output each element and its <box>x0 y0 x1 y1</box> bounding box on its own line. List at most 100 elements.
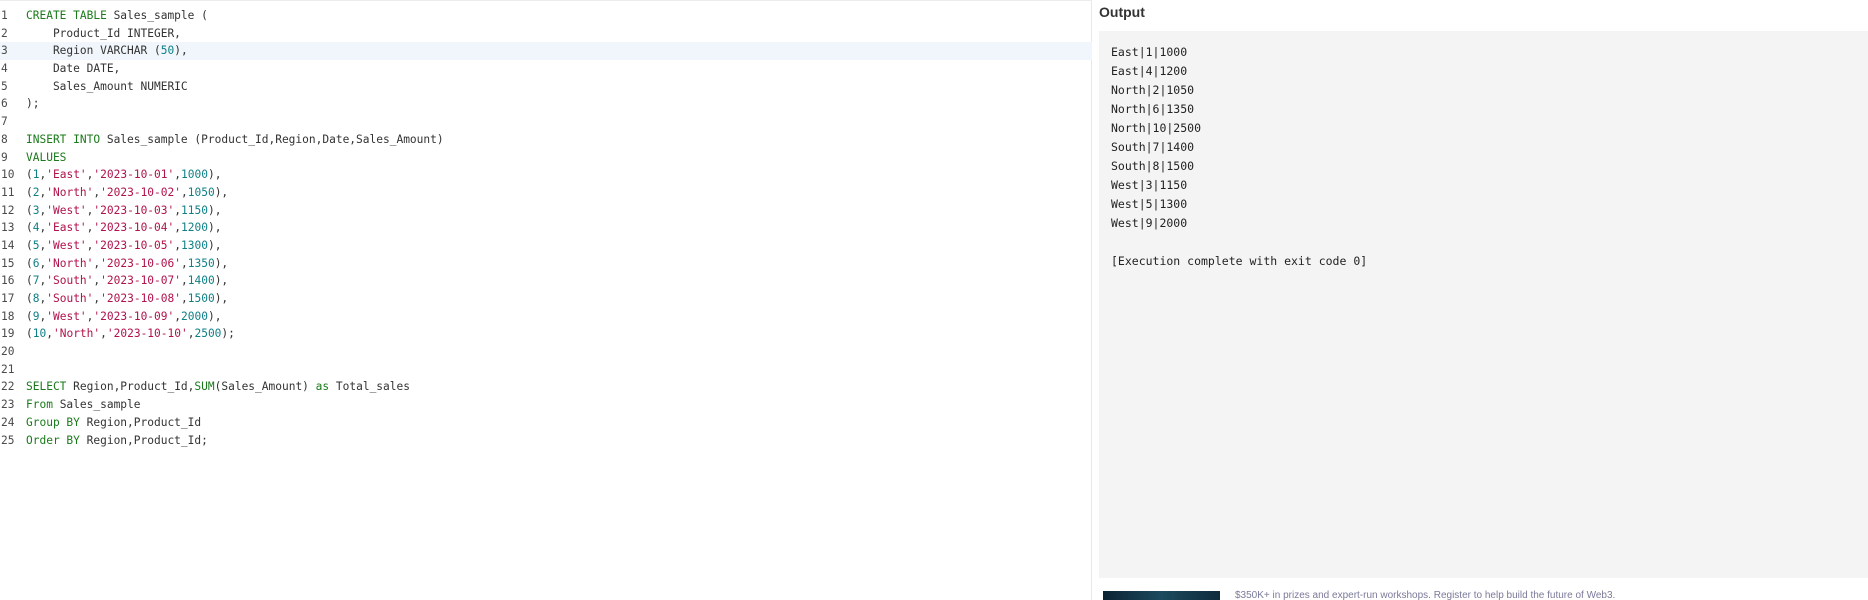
code-text[interactable]: Order BY Region,Product_Id; <box>17 432 208 450</box>
code-line[interactable]: 13 (4,'East','2023-10-04',1200), <box>0 219 1092 237</box>
code-text[interactable]: (6,'North','2023-10-06',1350), <box>17 255 228 273</box>
ad-text[interactable]: $350K+ in prizes and expert-run workshop… <box>1235 590 1615 600</box>
code-line[interactable]: 2 Product_Id INTEGER, <box>0 25 1092 43</box>
line-number: 2 <box>1 26 8 40</box>
code-token: as <box>315 380 336 394</box>
output-title: Output <box>1099 4 1145 20</box>
code-token: '2023-10-06' <box>100 256 181 270</box>
code-text[interactable]: VALUES <box>17 149 66 167</box>
code-token: 4 <box>32 221 40 235</box>
code-line[interactable]: 14 (5,'West','2023-10-05',1300), <box>0 237 1092 255</box>
code-token: 1050 <box>187 185 215 199</box>
code-token: Region,Product_Id; <box>86 433 208 447</box>
code-text[interactable]: ); <box>17 95 39 113</box>
code-text[interactable]: (9,'West','2023-10-09',2000), <box>17 308 221 326</box>
code-text[interactable]: INSERT INTO Sales_sample (Product_Id,Reg… <box>17 131 444 149</box>
code-line[interactable]: 21 <box>0 361 1092 379</box>
code-line[interactable]: 10 (1,'East','2023-10-01',1000), <box>0 166 1092 184</box>
code-text[interactable]: (4,'East','2023-10-04',1200), <box>17 219 221 237</box>
code-text[interactable]: CREATE TABLE Sales_sample ( <box>17 7 208 25</box>
code-line[interactable]: 12 (3,'West','2023-10-03',1150), <box>0 202 1092 220</box>
code-token: , <box>180 274 188 288</box>
code-line[interactable]: 15 (6,'North','2023-10-06',1350), <box>0 255 1092 273</box>
code-token: Product_Id INTEGER, <box>26 26 181 40</box>
code-line[interactable]: 22 SELECT Region,Product_Id,SUM(Sales_Amo… <box>0 378 1092 396</box>
code-line[interactable]: 16 (7,'South','2023-10-07',1400), <box>0 272 1092 290</box>
output-line: East|4|1200 <box>1111 64 1188 78</box>
code-token: '2023-10-10' <box>106 327 188 341</box>
code-text[interactable]: (3,'West','2023-10-03',1150), <box>17 202 221 220</box>
code-text[interactable]: Date DATE, <box>17 60 120 78</box>
ad-thumbnail-image[interactable] <box>1103 591 1220 600</box>
code-token: Sales_sample <box>59 398 141 412</box>
code-text[interactable]: Group BY Region,Product_Id <box>17 414 201 432</box>
line-number: 19 <box>1 327 15 341</box>
code-line[interactable]: 4 Date DATE, <box>0 60 1092 78</box>
code-token: '2023-10-03' <box>93 203 175 217</box>
code-token: 50 <box>160 44 175 58</box>
line-number: 23 <box>1 398 15 412</box>
output-box[interactable]: East|1|1000 East|4|1200 North|2|1050 North|… <box>1099 31 1868 578</box>
code-token: '2023-10-08' <box>100 292 181 305</box>
code-token: Region VARCHAR ( <box>26 44 161 58</box>
code-token: 5 <box>32 238 40 252</box>
code-token: , <box>180 292 188 305</box>
code-text[interactable]: (5,'West','2023-10-05',1300), <box>17 237 221 255</box>
code-lines[interactable]: 1 CREATE TABLE Sales_sample (2 Product_Id… <box>0 7 1092 449</box>
line-number: 12 <box>1 203 15 217</box>
code-line[interactable]: 8 INSERT INTO Sales_sample (Product_Id,Re… <box>0 131 1092 149</box>
code-token: ), <box>214 292 229 305</box>
code-token: 'South' <box>46 274 94 288</box>
code-line[interactable]: 9 VALUES <box>0 149 1092 167</box>
line-number: 21 <box>1 362 15 376</box>
line-number: 8 <box>1 132 8 146</box>
code-text[interactable]: Region VARCHAR (50), <box>17 42 188 60</box>
line-number: 6 <box>1 97 8 111</box>
code-token: Sales_Amount NUMERIC <box>26 79 188 93</box>
code-line[interactable]: 5 Sales_Amount NUMERIC <box>0 78 1092 96</box>
code-token: '2023-10-09' <box>93 309 175 323</box>
code-line[interactable]: 1 CREATE TABLE Sales_sample ( <box>0 7 1092 25</box>
code-token: Sales_sample (Product_Id,Region,Date,Sal… <box>106 132 444 146</box>
line-number: 20 <box>1 345 15 359</box>
code-line[interactable]: 20 <box>0 343 1092 361</box>
code-text[interactable]: (1,'East','2023-10-01',1000), <box>17 166 221 184</box>
code-token: ( <box>26 238 33 252</box>
code-token: , <box>174 203 181 217</box>
code-token: ), <box>174 44 188 58</box>
code-token: , <box>180 256 188 270</box>
code-text[interactable]: SELECT Region,Product_Id,SUM(Sales_Amoun… <box>17 378 410 396</box>
code-line[interactable]: 17 (8,'South','2023-10-08',1500), <box>0 290 1092 308</box>
code-line[interactable]: 7 <box>0 113 1092 131</box>
code-line[interactable]: 23 From Sales_sample <box>0 396 1092 414</box>
code-line[interactable]: 25 Order BY Region,Product_Id; <box>0 432 1092 450</box>
code-editor[interactable]: 1 CREATE TABLE Sales_sample (2 Product_Id… <box>0 0 1092 600</box>
code-token: , <box>174 309 181 323</box>
ad-banner[interactable]: $350K+ in prizes and expert-run workshop… <box>1099 588 1868 600</box>
code-text[interactable]: From Sales_sample <box>17 396 141 414</box>
code-line[interactable]: 3 Region VARCHAR (50), <box>0 42 1092 61</box>
code-token: '2023-10-02' <box>100 185 181 199</box>
code-text[interactable]: (10,'North','2023-10-10',2500); <box>17 325 235 343</box>
code-text[interactable]: Sales_Amount NUMERIC <box>17 78 188 96</box>
line-number: 16 <box>1 274 15 288</box>
line-number: 7 <box>1 115 8 129</box>
code-token: INSERT INTO <box>26 132 107 146</box>
code-line[interactable]: 11 (2,'North','2023-10-02',1050), <box>0 184 1092 202</box>
code-text[interactable]: (2,'North','2023-10-02',1050), <box>17 184 228 202</box>
code-token: 3 <box>32 203 40 217</box>
code-line[interactable]: 6); <box>0 95 1092 113</box>
line-number: 11 <box>1 185 15 199</box>
code-line[interactable]: 19 (10,'North','2023-10-10',2500); <box>0 325 1092 343</box>
code-line[interactable]: 18 (9,'West','2023-10-09',2000), <box>0 308 1092 326</box>
code-token: 'West' <box>46 238 87 252</box>
code-token: 6 <box>32 256 40 270</box>
code-text[interactable]: (7,'South','2023-10-07',1400), <box>17 272 228 290</box>
code-text[interactable]: (8,'South','2023-10-08',1500), <box>17 290 228 308</box>
code-text[interactable]: Product_Id INTEGER, <box>17 25 181 43</box>
code-line[interactable]: 24 Group BY Region,Product_Id <box>0 414 1092 432</box>
code-token: 1 <box>32 168 40 182</box>
code-token: 2 <box>32 185 40 199</box>
code-token: Order BY <box>26 433 87 447</box>
code-token: (Sales_Amount) <box>214 380 316 394</box>
